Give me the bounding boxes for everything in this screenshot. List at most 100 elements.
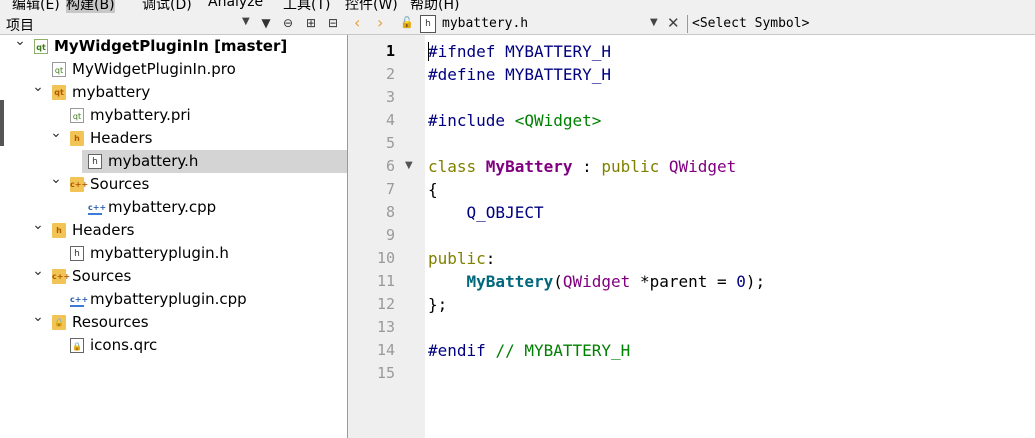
line-number: 10 bbox=[376, 249, 395, 267]
chevron-down-icon[interactable]: ⌄ bbox=[50, 125, 62, 141]
code-line: }; bbox=[428, 295, 447, 314]
code-line: MyBattery(QWidget *parent = 0); bbox=[428, 272, 766, 291]
menu-item[interactable]: 构建(B) bbox=[66, 0, 115, 13]
open-file-name[interactable]: mybattery.h bbox=[442, 16, 528, 31]
panel-title[interactable]: 项目 bbox=[6, 15, 34, 35]
code-line: public: bbox=[428, 249, 495, 268]
menu-item[interactable]: 控件(W) bbox=[345, 0, 398, 13]
chevron-down-icon[interactable]: ⌄ bbox=[32, 217, 44, 233]
code-token: #endif bbox=[428, 341, 496, 360]
code-line: { bbox=[428, 180, 438, 199]
code-token: ); bbox=[745, 272, 766, 291]
header-file-icon: h bbox=[420, 15, 436, 33]
menu-item[interactable]: 编辑(E) bbox=[12, 0, 60, 13]
chevron-down-icon[interactable]: ▼ bbox=[242, 16, 250, 27]
symbol-select[interactable]: <Select Symbol> bbox=[692, 16, 809, 31]
tree-item-label: mybattery.pri bbox=[90, 106, 191, 124]
line-number: 12 bbox=[376, 295, 395, 313]
cpp-file-icon: c++ bbox=[88, 200, 106, 215]
tree-item[interactable]: c++ mybatteryplugin.cpp bbox=[0, 288, 347, 311]
code-line: #ifndef MYBATTERY_H bbox=[428, 42, 611, 61]
tree-item[interactable]: ⌄ c++ Sources bbox=[0, 263, 347, 288]
tree-item-label: mybattery bbox=[72, 83, 151, 101]
line-number: 15 bbox=[376, 364, 395, 382]
tree-item[interactable]: ⌄ qt MyWidgetPluginIn [master] bbox=[0, 33, 347, 58]
tree-item-label: mybattery.h bbox=[108, 152, 199, 170]
tree-item[interactable]: h mybatteryplugin.h bbox=[0, 242, 347, 265]
filter-icon[interactable]: ▼ bbox=[258, 15, 274, 31]
code-token: QWidget bbox=[668, 157, 737, 176]
tree-item[interactable]: ⌄ c++ Sources bbox=[0, 171, 347, 196]
tree-item[interactable]: ⌄ h Headers bbox=[0, 125, 347, 150]
split-add-icon[interactable]: ⊞ bbox=[303, 15, 319, 31]
forward-arrow-icon[interactable]: › bbox=[377, 13, 383, 32]
tree-item[interactable]: qt MyWidgetPluginIn.pro bbox=[0, 58, 347, 81]
tree-item[interactable]: ⌄ 🔒 Resources bbox=[0, 309, 347, 334]
chevron-down-icon[interactable]: ⌄ bbox=[50, 171, 62, 187]
editor-toolbar: ‹ › 🔓 h mybattery.h ▼ ✕ <Select Symbol> bbox=[347, 13, 1035, 35]
code-token: // MYBATTERY_H bbox=[495, 341, 631, 360]
chevron-down-icon[interactable]: ⌄ bbox=[32, 263, 44, 279]
tree-item[interactable]: 🔒 icons.qrc bbox=[0, 334, 347, 357]
code-token: 0 bbox=[736, 272, 746, 291]
chevron-down-icon[interactable]: ⌄ bbox=[14, 33, 26, 49]
fold-marker-icon[interactable]: ▼ bbox=[405, 160, 413, 171]
tree-item[interactable]: ⌄ qt mybattery bbox=[0, 79, 347, 104]
line-number: 4 bbox=[385, 111, 395, 129]
code-token: : bbox=[572, 157, 602, 176]
tree-item[interactable]: c++ mybattery.cpp bbox=[0, 196, 347, 219]
chevron-down-icon[interactable]: ⌄ bbox=[32, 309, 44, 325]
line-number: 1 bbox=[385, 42, 395, 60]
code-token: MyBattery bbox=[466, 272, 554, 291]
pro-file-icon: qt bbox=[52, 62, 66, 77]
menu-item[interactable]: Analyze bbox=[208, 0, 263, 10]
code-line: Q_OBJECT bbox=[428, 203, 544, 222]
code-token: : bbox=[485, 249, 496, 268]
pro-file-icon: qt bbox=[70, 108, 84, 123]
line-number: 5 bbox=[385, 134, 395, 152]
code-line: #endif // MYBATTERY_H bbox=[428, 341, 630, 360]
menu-item[interactable]: 帮助(H) bbox=[410, 0, 459, 13]
code-token: MYBATTERY_H bbox=[505, 42, 612, 61]
chevron-down-icon[interactable]: ▼ bbox=[650, 17, 658, 28]
tree-item-label: MyWidgetPluginIn [master] bbox=[54, 37, 288, 55]
tree-item[interactable]: h mybattery.h bbox=[82, 150, 347, 173]
code-token: Q_OBJECT bbox=[466, 203, 544, 222]
code-token: QWidget bbox=[562, 272, 631, 291]
back-arrow-icon[interactable]: ‹ bbox=[354, 13, 360, 32]
project-tree: ⌄ qt MyWidgetPluginIn [master] qt MyWidgetPl… bbox=[0, 33, 347, 438]
project-panel-toolbar: 项目 ▼ ▼ ⊖ ⊞ ⊟ bbox=[0, 13, 347, 35]
folder-file-icon: h bbox=[52, 223, 66, 238]
code-token: <QWidget> bbox=[514, 111, 602, 130]
split-icon[interactable]: ⊟ bbox=[325, 15, 341, 31]
line-number: 11 bbox=[376, 272, 395, 290]
code-token: class bbox=[428, 157, 486, 176]
tree-item-label: Headers bbox=[90, 129, 153, 147]
code-token: #include bbox=[428, 111, 515, 130]
close-icon[interactable]: ✕ bbox=[667, 14, 680, 32]
tree-item[interactable]: qt mybattery.pri bbox=[0, 104, 347, 127]
code-token: #define bbox=[428, 65, 506, 84]
menubar: 编辑(E) 构建(B) 调试(D) Analyze 工具(T) 控件(W) 帮助(H) bbox=[0, 0, 1035, 13]
window-edge bbox=[0, 100, 4, 146]
tree-item[interactable]: ⌄ h Headers bbox=[0, 217, 347, 242]
line-number: 13 bbox=[376, 318, 395, 336]
code-token: }; bbox=[428, 295, 448, 314]
menu-item[interactable]: 工具(T) bbox=[283, 0, 330, 13]
chevron-down-icon[interactable]: ⌄ bbox=[32, 79, 44, 95]
menu-item[interactable]: 调试(D) bbox=[142, 0, 192, 13]
code-editor[interactable] bbox=[425, 35, 1035, 438]
code-line: #include <QWidget> bbox=[428, 111, 601, 130]
folder-file-icon: h bbox=[70, 131, 84, 146]
line-number: 2 bbox=[385, 65, 395, 83]
code-token: MyBattery bbox=[485, 157, 573, 176]
tree-item-label: mybattery.cpp bbox=[108, 198, 217, 216]
link-icon[interactable]: ⊖ bbox=[280, 15, 296, 31]
tree-item-label: mybatteryplugin.h bbox=[90, 244, 229, 262]
line-number: 6 bbox=[385, 157, 395, 175]
code-line: #define MYBATTERY_H bbox=[428, 65, 611, 84]
code-token: { bbox=[428, 180, 438, 199]
line-number: 9 bbox=[385, 226, 395, 244]
code-line: class MyBattery : public QWidget bbox=[428, 157, 736, 176]
